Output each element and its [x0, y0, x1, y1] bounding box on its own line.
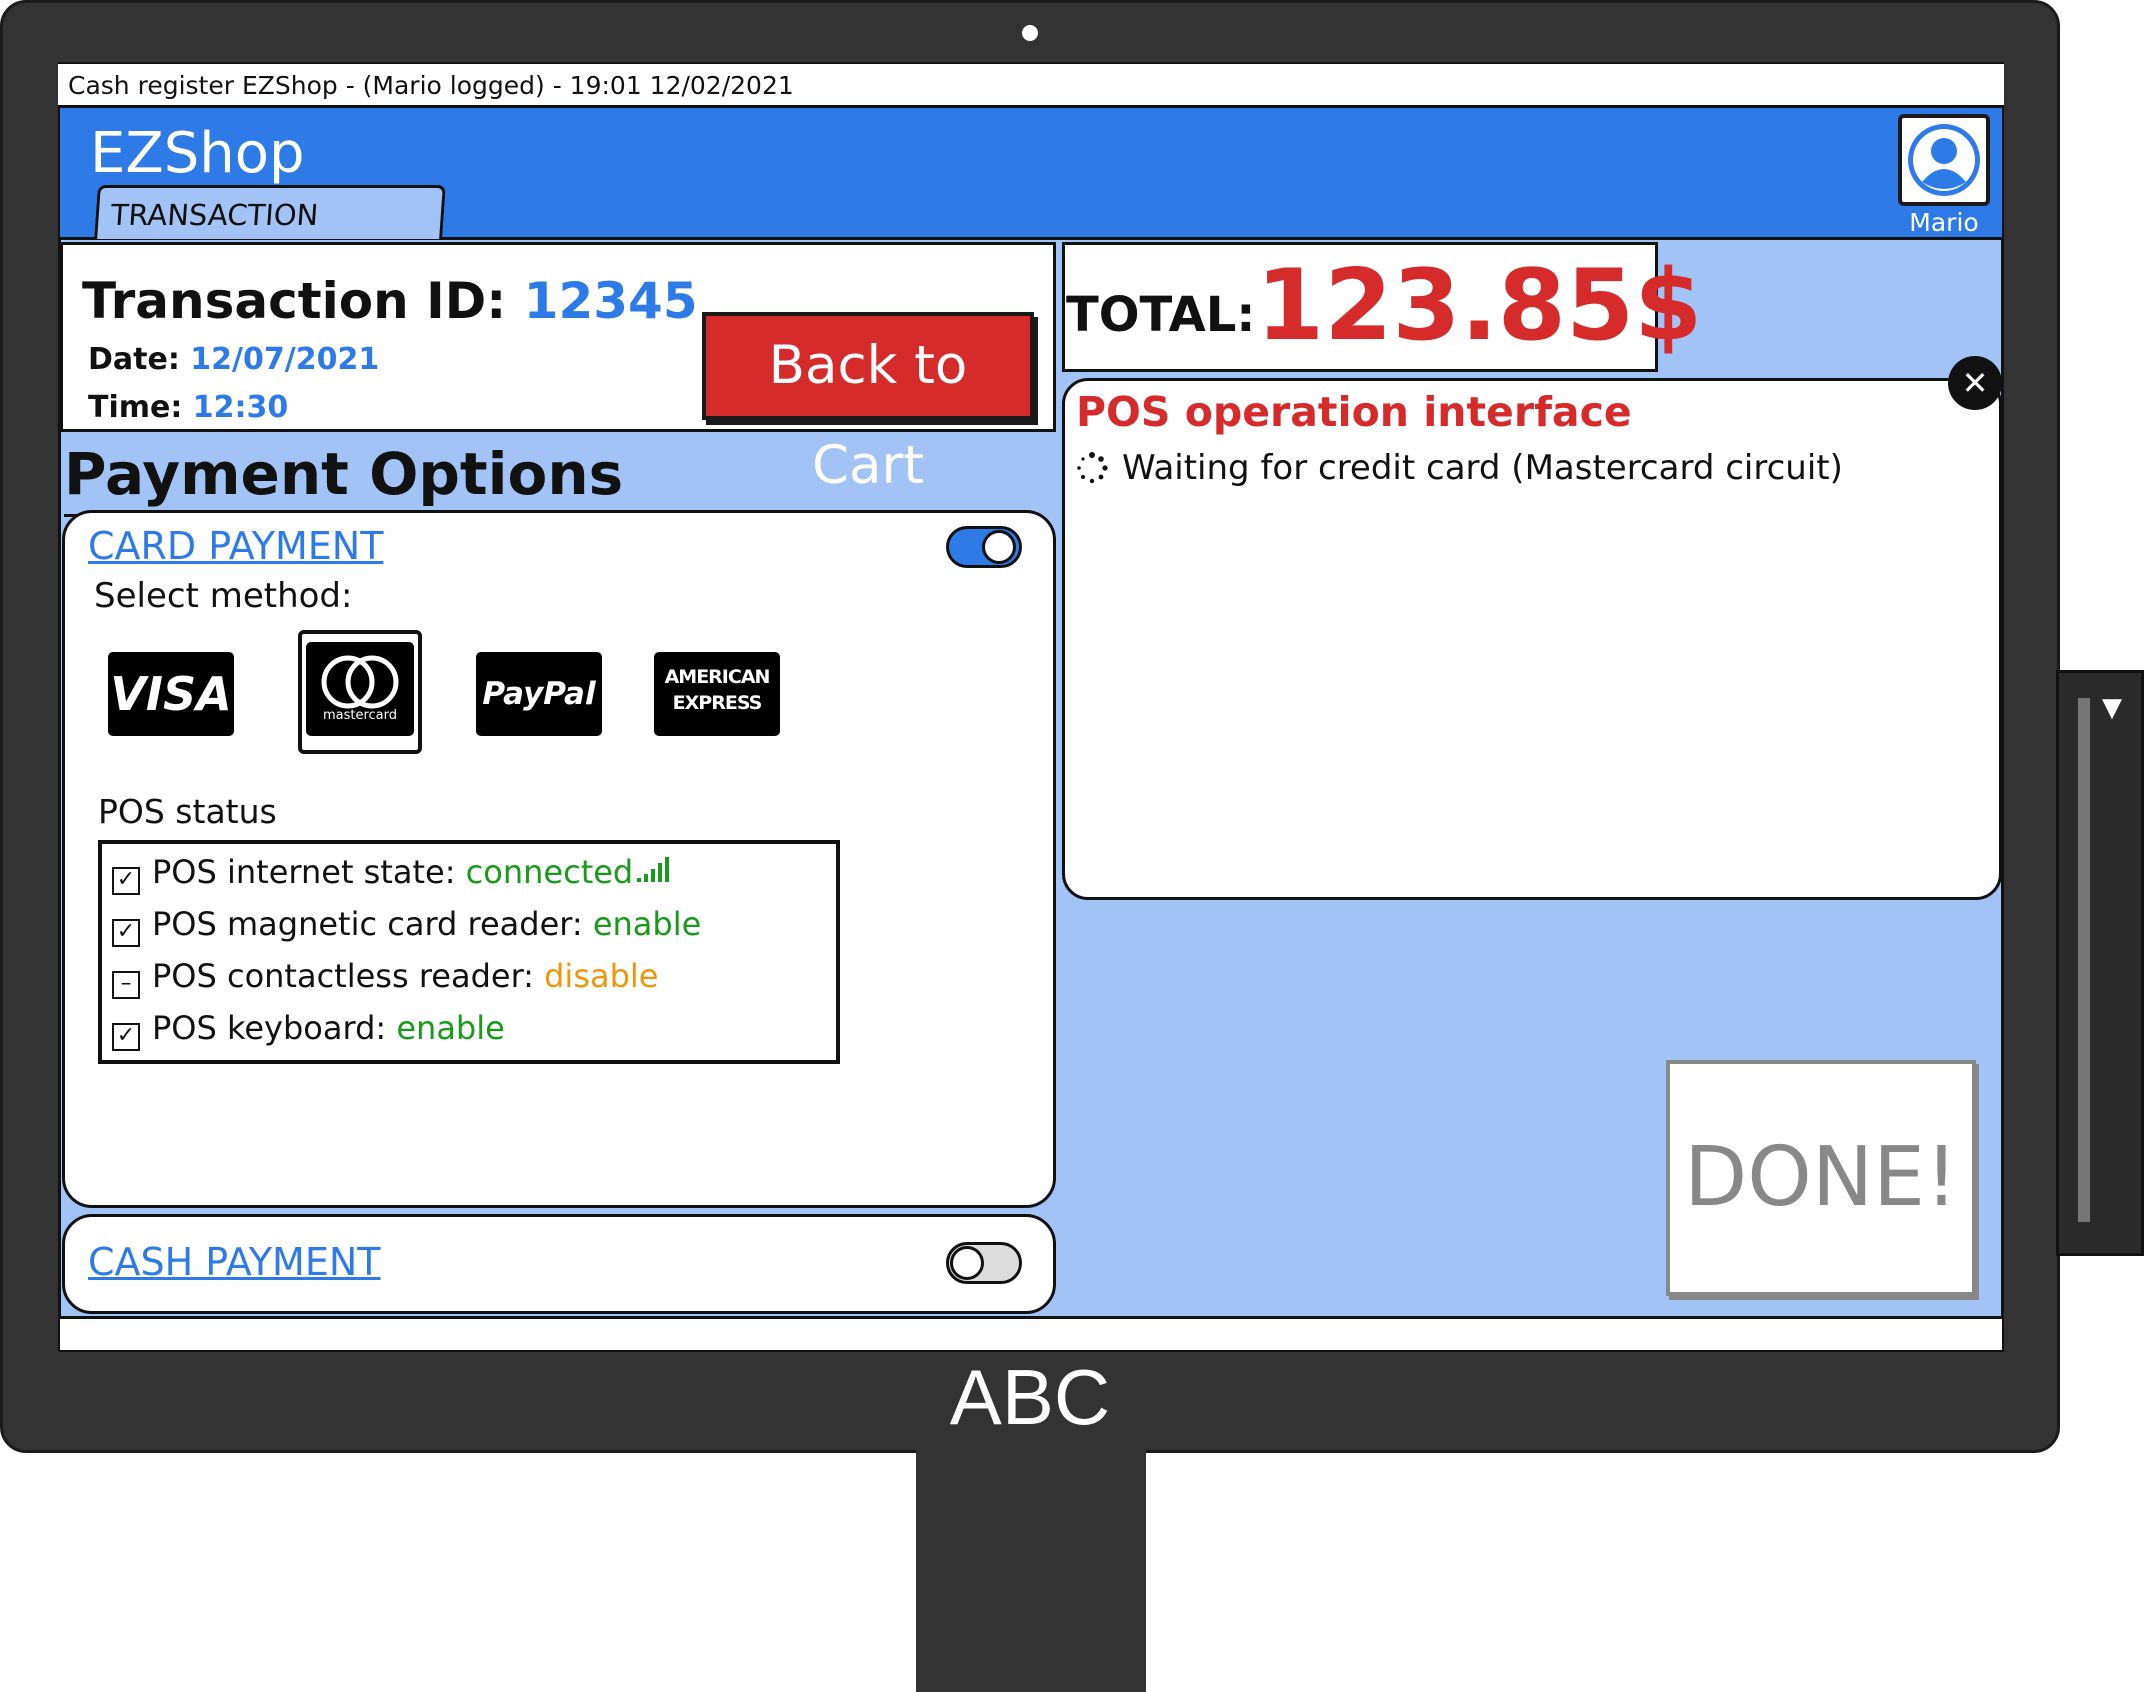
- user-name: Mario: [1909, 208, 1979, 237]
- triangle-down-icon: ▼: [2102, 693, 2122, 723]
- status-label: POS magnetic card reader:: [152, 905, 593, 943]
- cash-payment-toggle-knob: [950, 1246, 984, 1280]
- pos-status-message: Waiting for credit card (Mastercard circ…: [1122, 448, 1843, 488]
- status-value: disable: [544, 957, 659, 995]
- status-label: POS contactless reader:: [152, 957, 545, 995]
- total-label: TOTAL:: [1066, 287, 1256, 343]
- card-slot[interactable]: [2078, 698, 2090, 1222]
- status-value: enable: [592, 905, 702, 943]
- pos-status-contactless-reader: – POS contactless reader: disable: [112, 954, 659, 999]
- card-payment-link[interactable]: CARD PAYMENT: [88, 522, 383, 570]
- cash-payment-link[interactable]: CASH PAYMENT: [88, 1238, 380, 1286]
- app-title: EZShop: [90, 121, 305, 186]
- pos-status-label: POS status: [98, 792, 277, 831]
- pos-status-magnetic-reader: ✓ POS magnetic card reader: enable: [112, 902, 702, 947]
- date-value: 12/07/2021: [190, 342, 380, 377]
- tab-transaction[interactable]: TRANSACTION #12345: [94, 185, 446, 286]
- monitor-stand: [916, 1450, 1146, 1692]
- time-label: Time:: [88, 390, 193, 425]
- screen-bottom-strip: [60, 1316, 2002, 1350]
- back-to-cart-button[interactable]: Back to Cart: [702, 312, 1034, 496]
- done-button[interactable]: DONE!: [1666, 1060, 1976, 1296]
- status-label: POS internet state:: [152, 853, 466, 891]
- transaction-time: Time: 12:30: [88, 390, 288, 425]
- checkbox-checked-icon: ✓: [112, 867, 140, 895]
- checkbox-indeterminate-icon: –: [112, 971, 140, 999]
- pos-interface-title: POS operation interface: [1076, 388, 1632, 436]
- user-avatar[interactable]: [1898, 114, 1990, 206]
- spinner-icon: [1076, 452, 1108, 484]
- checkbox-checked-icon: ✓: [112, 919, 140, 947]
- signal-strength-icon: [636, 856, 670, 884]
- checkbox-checked-icon: ✓: [112, 1023, 140, 1051]
- visa-method-button[interactable]: VISA: [108, 652, 234, 736]
- amex-label-line1: AMERICAN: [664, 666, 771, 688]
- window-title-bar: Cash register EZShop - (Mario logged) - …: [58, 64, 2004, 108]
- user-icon: [1908, 124, 1980, 196]
- monitor-brand-logo: ABC: [949, 1353, 1111, 1441]
- card-reader-device: [2056, 670, 2144, 1256]
- paypal-method-button[interactable]: PayPal: [476, 652, 602, 736]
- payment-options-title: Payment Options: [64, 434, 624, 517]
- time-value: 12:30: [192, 390, 289, 425]
- tab-transaction-label: TRANSACTION: [109, 198, 320, 232]
- select-method-label: Select method:: [94, 576, 353, 616]
- transaction-id-label: Transaction ID:: [82, 272, 524, 330]
- card-payment-toggle-knob: [982, 530, 1016, 564]
- pos-status-internet: ✓ POS internet state: connected: [112, 850, 634, 895]
- total-value: 123.85$: [1256, 249, 1703, 363]
- status-value: connected: [465, 853, 634, 891]
- pos-status-keyboard: ✓ POS keyboard: enable: [112, 1006, 505, 1051]
- status-label: POS keyboard:: [152, 1009, 397, 1047]
- mastercard-label: mastercard: [322, 708, 398, 723]
- transaction-date: Date: 12/07/2021: [88, 342, 379, 377]
- date-label: Date:: [88, 342, 191, 377]
- transaction-id: Transaction ID: 12345: [82, 268, 698, 334]
- transaction-id-value: 12345: [523, 272, 698, 330]
- amex-label-line2: EXPRESS: [672, 692, 763, 714]
- close-icon[interactable]: ✕: [1948, 356, 2002, 410]
- status-value: enable: [396, 1009, 505, 1047]
- webcam-icon: [1022, 25, 1038, 41]
